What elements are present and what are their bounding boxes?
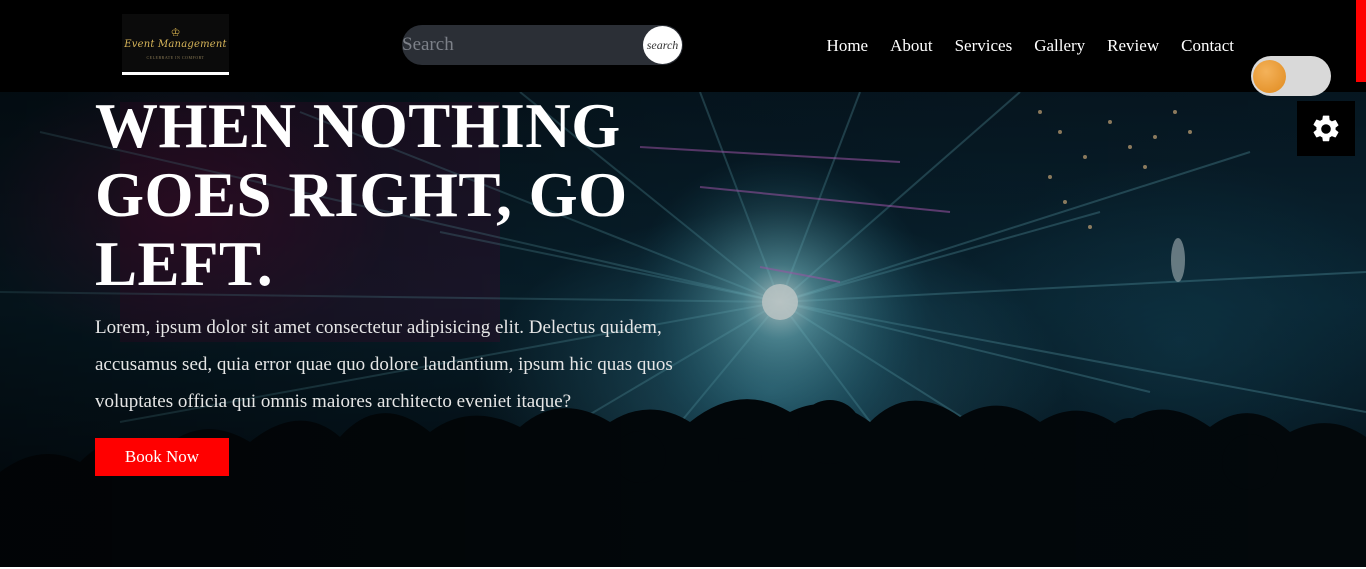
logo-subtext: CELEBRATE IN COMFORT [146, 54, 205, 60]
hero-title: WHEN NOTHING GOES RIGHT, GO LEFT. [95, 91, 628, 299]
nav-link-contact[interactable]: Contact [1181, 36, 1234, 56]
nav-link-home[interactable]: Home [827, 36, 869, 56]
hero-description: Lorem, ipsum dolor sit amet consectetur … [95, 317, 673, 412]
search-button[interactable]: search [643, 26, 682, 64]
site-logo[interactable]: ♔ Event Management CELEBRATE IN COMFORT [122, 14, 229, 75]
crown-icon: ♔ [170, 26, 181, 39]
gear-icon [1313, 115, 1339, 141]
nav-link-services[interactable]: Services [955, 36, 1013, 56]
nav-link-about[interactable]: About [890, 36, 933, 56]
search-bar: search [402, 25, 683, 65]
site-header: ♔ Event Management CELEBRATE IN COMFORT … [0, 0, 1366, 92]
page: ♔ Event Management CELEBRATE IN COMFORT … [0, 0, 1366, 569]
nav-link-review[interactable]: Review [1107, 36, 1159, 56]
theme-toggle[interactable] [1251, 56, 1331, 96]
book-now-button[interactable]: Book Now [95, 438, 229, 476]
search-input[interactable] [402, 25, 640, 65]
nav-link-gallery[interactable]: Gallery [1034, 36, 1085, 56]
toggle-knob [1253, 60, 1286, 93]
logo-text: Event Management [124, 38, 227, 50]
settings-button[interactable] [1297, 101, 1355, 156]
scroll-indicator [1356, 0, 1366, 82]
main-nav: Home About Services Gallery Review Conta… [805, 36, 1234, 56]
